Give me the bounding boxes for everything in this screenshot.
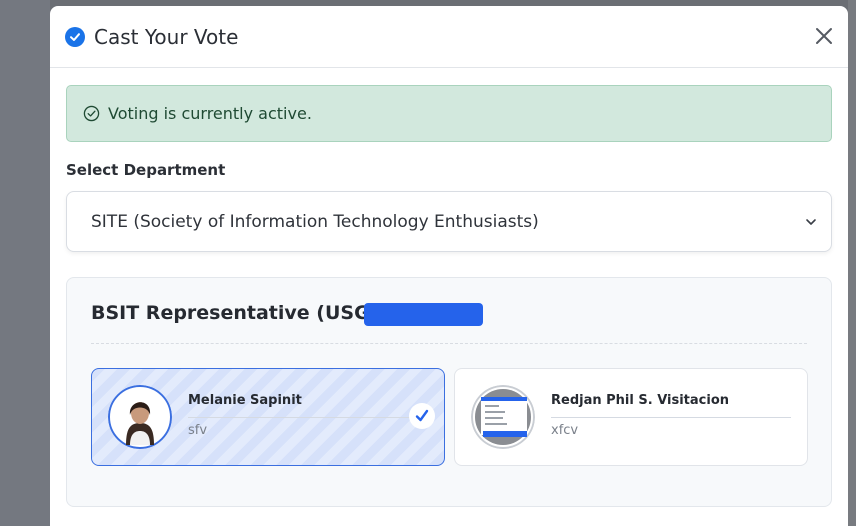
candidate-name: Melanie Sapinit — [188, 393, 302, 408]
voting-status-alert: Voting is currently active. — [66, 85, 832, 142]
modal-header: Cast Your Vote — [50, 6, 848, 68]
position-title: BSIT Representative (USG) — [91, 302, 379, 324]
department-label: Select Department — [66, 161, 226, 179]
position-divider — [91, 343, 807, 344]
candidate-avatar — [108, 385, 172, 449]
candidate-divider — [551, 417, 791, 418]
candidate-avatar — [471, 385, 535, 449]
modal-title: Cast Your Vote — [94, 24, 239, 49]
check-circle-outline-icon — [83, 105, 100, 122]
candidate-divider — [188, 417, 428, 418]
position-badge — [364, 303, 483, 326]
alert-text: Voting is currently active. — [108, 104, 312, 123]
candidate-name: Redjan Phil S. Visitacion — [551, 393, 730, 408]
selected-check-icon — [409, 403, 435, 429]
close-icon[interactable] — [814, 26, 834, 46]
department-select[interactable]: SITE (Society of Information Technology … — [66, 191, 832, 252]
candidate-subtitle: xfcv — [551, 423, 579, 438]
backdrop-left — [0, 0, 50, 526]
backdrop-right — [848, 0, 856, 526]
candidate-card-selected[interactable]: Melanie Sapinit sfv — [91, 368, 445, 466]
check-circle-icon — [65, 26, 85, 47]
candidate-subtitle: sfv — [188, 423, 208, 438]
candidate-card[interactable]: Redjan Phil S. Visitacion xfcv — [454, 368, 808, 466]
chevron-down-icon — [806, 219, 816, 225]
position-card: BSIT Representative (USG) Melanie Sapini… — [66, 277, 832, 507]
department-selected-value: SITE (Society of Information Technology … — [91, 211, 539, 232]
vote-modal: Cast Your Vote Voting is currently activ… — [50, 6, 848, 526]
